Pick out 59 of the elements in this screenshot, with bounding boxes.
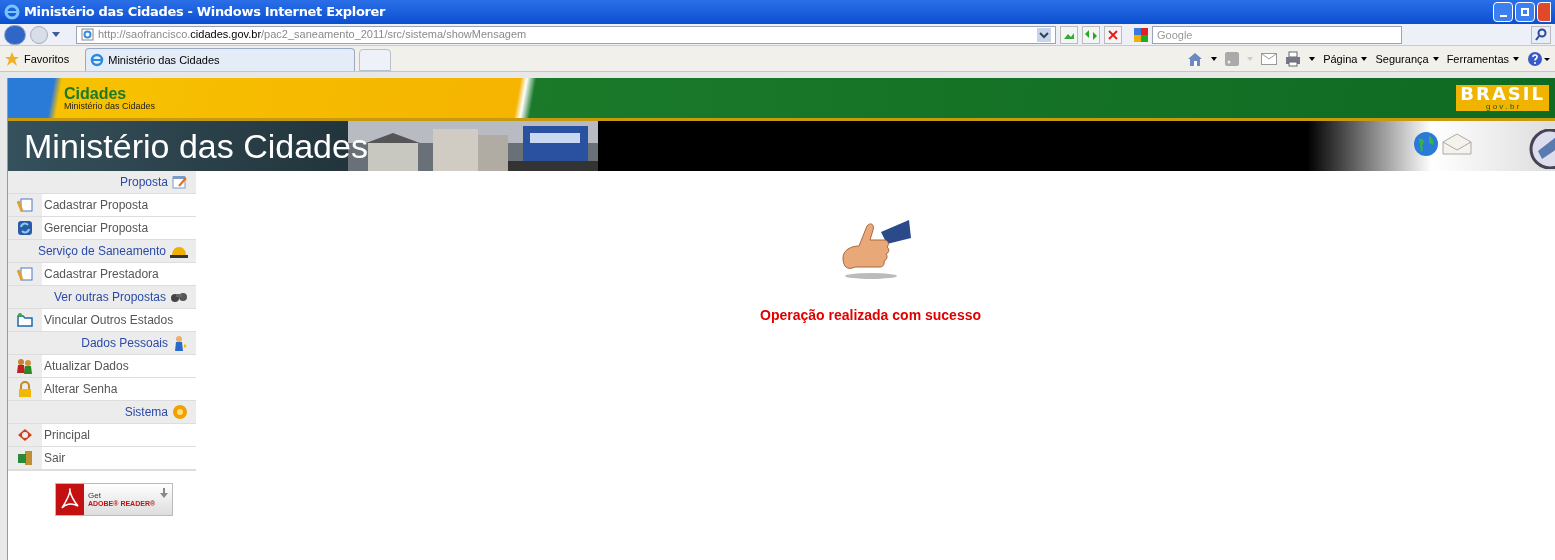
back-button[interactable] [4,24,26,45]
refresh-icon[interactable] [1082,25,1100,44]
browser-icon [4,4,20,20]
section-header: Serviço de Saneamento [37,243,166,260]
search-provider-icon [1134,27,1148,42]
gov-logo: BRASIL g o v . b r [1456,85,1549,111]
hardhat-icon [170,244,188,258]
form-icon [17,197,33,213]
download-icon [160,488,168,498]
gear-icon [172,404,188,420]
stop-icon[interactable] [1104,25,1122,44]
folder-icon [17,312,33,328]
search-icon[interactable] [1531,25,1551,44]
person-icon [172,335,188,351]
star-icon [4,51,20,67]
padlock-icon [17,381,33,397]
success-message: Operação realizada com sucesso [760,306,982,325]
mail-icon[interactable] [1442,133,1472,155]
page-title: Ministério das Cidades [23,129,368,163]
search-field[interactable]: Google [1152,25,1402,44]
url-text: http://saofrancisco.cidades.gov.br/pac2_saneamento_2011/src/sistema/showMensagem [98,27,527,43]
form-icon [17,266,33,282]
favorites-button[interactable]: Favoritos [4,47,82,71]
address-field[interactable]: http://saofrancisco.cidades.gov.br/pac2_saneamento_2011/src/sistema/showMensagem [76,25,1056,44]
thumbs-up-icon [840,218,911,280]
close-button[interactable] [1537,2,1551,22]
section-header: Sistema [124,404,168,421]
caret-icon[interactable] [1309,57,1316,61]
caret-icon [1513,57,1519,61]
browser-tab[interactable]: Ministério das Cidades [85,48,356,71]
people-icon [17,358,33,374]
globe-icon[interactable] [1413,131,1439,157]
section-header: Dados Pessoais [81,335,168,352]
badge-text: Get [88,492,102,500]
browser-icon [90,53,105,67]
minimize-button[interactable] [1493,2,1513,22]
help-icon[interactable] [1527,51,1551,67]
restore-button[interactable] [1515,2,1535,22]
section-header: Proposta [119,174,168,191]
menu-button[interactable]: Segurança [1375,50,1439,68]
mail-icon[interactable] [1261,53,1278,65]
window-title: Ministério das Cidades - Windows Internet Explorer [24,3,386,22]
brand-subtitle: Ministério das Cidades [64,101,156,111]
caret-icon[interactable] [1211,57,1218,61]
notepad-icon [172,175,188,189]
refresh-icon [17,220,33,236]
menu-button[interactable]: Página [1323,50,1368,68]
caret-icon [1432,57,1439,61]
exit-door-icon [17,450,33,466]
brand-name: Cidades [64,85,128,102]
dropdown-icon[interactable] [1037,27,1051,42]
dropdown-icon[interactable] [52,31,60,38]
caret-icon [1361,57,1368,61]
binoculars-icon [170,291,188,303]
adobe-logo-icon [56,484,84,515]
printer-icon[interactable] [1285,51,1302,67]
page-icon [81,28,94,41]
menu-button[interactable]: Ferramentas [1446,50,1519,68]
section-header: Ver outras Propostas [53,289,166,306]
